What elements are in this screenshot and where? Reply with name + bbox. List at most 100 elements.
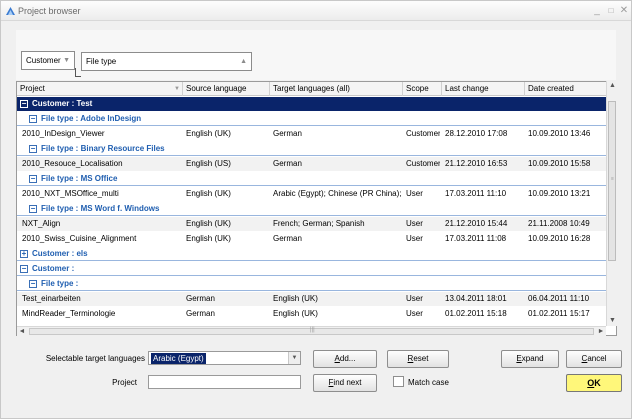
expand-button[interactable]: Expand <box>501 350 559 368</box>
horizontal-scroll-thumb[interactable]: ||| <box>29 327 594 335</box>
group-label: File type : Adobe InDesign <box>41 114 142 123</box>
sort-up-icon: ▲ <box>240 58 247 65</box>
target-languages-label: Selectable target languages <box>45 354 145 363</box>
group-label: Customer : Test <box>32 99 93 108</box>
table-row[interactable]: 2010_Resouce_Localisation English (US) Ger… <box>17 157 616 171</box>
table-cell: 10.09.2010 16:28 <box>528 234 591 243</box>
table-cell: 28.12.2010 17:08 <box>445 129 508 138</box>
column-header-2[interactable]: Source language <box>183 82 270 96</box>
table-cell: User <box>406 294 423 303</box>
horizontal-scrollbar[interactable]: ◄ ||| ► <box>17 326 606 336</box>
table-cell: 17.03.2011 11:10 <box>445 189 507 198</box>
collapse-icon[interactable]: − <box>29 115 37 123</box>
app-icon <box>6 7 15 15</box>
group-row-customer[interactable]: + Customer : els <box>17 247 616 261</box>
table-cell: 10.09.2010 15:58 <box>528 159 591 168</box>
reset-button[interactable]: Reset <box>387 350 449 368</box>
table-row[interactable]: 2010_InDesign_Viewer English (UK) German Cu… <box>17 127 616 141</box>
table-row[interactable]: 2010_NXT_MSOffice_multi English (UK) Arabi… <box>17 187 616 201</box>
table-cell: German <box>186 309 215 318</box>
column-header-1[interactable]: Project ▼ <box>17 82 183 96</box>
column-header-3[interactable]: Target languages (all) <box>270 82 403 96</box>
group-chip-customer[interactable]: Customer ▼ <box>21 51 75 70</box>
maximize-button[interactable]: □ <box>605 5 617 17</box>
collapse-icon[interactable]: − <box>20 265 28 273</box>
table-cell: German <box>186 294 215 303</box>
table-cell: 21.11.2008 10:49 <box>528 219 590 228</box>
chevron-down-icon[interactable]: ▼ <box>288 352 300 364</box>
table-cell: 17.03.2011 11:08 <box>445 234 507 243</box>
target-language-select[interactable]: Arabic (Egypt) ▼ <box>148 351 301 365</box>
collapse-icon[interactable]: − <box>20 100 28 108</box>
column-header-5[interactable]: Last change <box>442 82 525 96</box>
group-label: Customer : els <box>32 249 88 258</box>
add-button[interactable]: Add... <box>313 350 377 368</box>
group-row-customer[interactable]: − Customer : Test <box>17 97 616 111</box>
vertical-scroll-thumb[interactable]: ≡ <box>608 101 616 261</box>
scroll-left-icon[interactable]: ◄ <box>17 327 27 337</box>
scroll-down-icon[interactable]: ▼ <box>608 316 617 326</box>
table-cell: Arabic (Egypt); Chinese (PR China); Ch <box>273 189 401 198</box>
table-cell: User <box>406 309 423 318</box>
table-cell: MindReader_Terminologie <box>22 309 116 318</box>
group-row-file-type[interactable]: − File type : Adobe InDesign <box>17 112 616 126</box>
title-bar[interactable]: Project browser _ □ ✕ <box>1 1 631 21</box>
group-row-file-type[interactable]: − File type : <box>17 277 616 291</box>
table-cell: German <box>273 159 302 168</box>
collapse-icon[interactable]: − <box>29 205 37 213</box>
expand-button-label: Expand <box>516 354 544 363</box>
group-row-file-type[interactable]: − File type : MS Word f. Windows <box>17 202 616 216</box>
column-header-label: Source language <box>186 84 247 93</box>
group-row-file-type[interactable]: − File type : Binary Resource Files <box>17 142 616 156</box>
table-cell: 2010_InDesign_Viewer <box>22 129 105 138</box>
collapse-icon[interactable]: − <box>29 175 37 183</box>
table-cell: 2010_Resouce_Localisation <box>22 159 123 168</box>
table-cell: 2010_NXT_MSOffice_multi <box>22 189 119 198</box>
table-row[interactable]: MindReader_Terminologie German English (UK… <box>17 307 616 321</box>
scroll-right-icon[interactable]: ► <box>596 327 606 337</box>
column-header-label: Scope <box>406 84 429 93</box>
group-row-file-type[interactable]: − File type : MS Office <box>17 172 616 186</box>
project-label: Project <box>112 378 137 387</box>
table-cell: Customer <box>406 159 440 168</box>
group-label: File type : Binary Resource Files <box>41 144 165 153</box>
group-label: File type : <box>41 279 79 288</box>
table-cell: English (UK) <box>186 234 231 243</box>
column-header-label: Date created <box>528 84 574 93</box>
group-label: File type : MS Office <box>41 174 118 183</box>
minimize-button[interactable]: _ <box>591 5 603 17</box>
table-cell: 2010_Swiss_Cuisine_Alignment <box>22 234 137 243</box>
table-row[interactable]: 2010_Swiss_Cuisine_Alignment English (UK)… <box>17 232 616 246</box>
ok-button[interactable]: OK <box>566 374 622 392</box>
close-button[interactable]: ✕ <box>618 5 630 17</box>
cancel-button-label: Cancel <box>581 354 607 363</box>
expand-icon[interactable]: + <box>20 250 28 258</box>
collapse-icon[interactable]: − <box>29 145 37 153</box>
group-row-customer[interactable]: − Customer : <box>17 262 616 276</box>
table-cell: English (UK) <box>273 294 318 303</box>
match-case-checkbox[interactable] <box>393 376 404 387</box>
table-row[interactable]: Test_einarbeiten German English (UK) User 13… <box>17 292 616 306</box>
column-header-label: Project <box>20 84 45 93</box>
table-cell: German <box>273 129 302 138</box>
table-cell: English (UK) <box>186 129 231 138</box>
scroll-up-icon[interactable]: ▲ <box>608 81 617 91</box>
table-cell: User <box>406 219 423 228</box>
column-header-6[interactable]: Date created <box>525 82 616 96</box>
cancel-button[interactable]: Cancel <box>566 350 622 368</box>
table-cell: 10.09.2010 13:46 <box>528 129 591 138</box>
column-header-label: Last change <box>445 84 489 93</box>
column-header-4[interactable]: Scope <box>403 82 442 96</box>
find-next-button-label: Find next <box>328 378 362 387</box>
table-cell: 13.04.2011 18:01 <box>445 294 507 303</box>
project-search-input[interactable] <box>148 375 301 389</box>
table-cell: 21.12.2010 16:53 <box>445 159 508 168</box>
collapse-icon[interactable]: − <box>29 280 37 288</box>
table-cell: NXT_Align <box>22 219 61 228</box>
group-chip-file-type[interactable]: File type ▲ <box>81 52 252 71</box>
find-next-button[interactable]: Find next <box>313 374 377 392</box>
table-row[interactable]: NXT_Align English (UK) French; German; Spa… <box>17 217 616 231</box>
vertical-scrollbar[interactable]: ▲ ≡ ▼ <box>606 81 617 326</box>
project-grid: Project ▼ Source language Target languages … <box>16 81 617 336</box>
project-browser-window: Project browser _ □ ✕ Customer ▼ File ty… <box>0 0 632 419</box>
